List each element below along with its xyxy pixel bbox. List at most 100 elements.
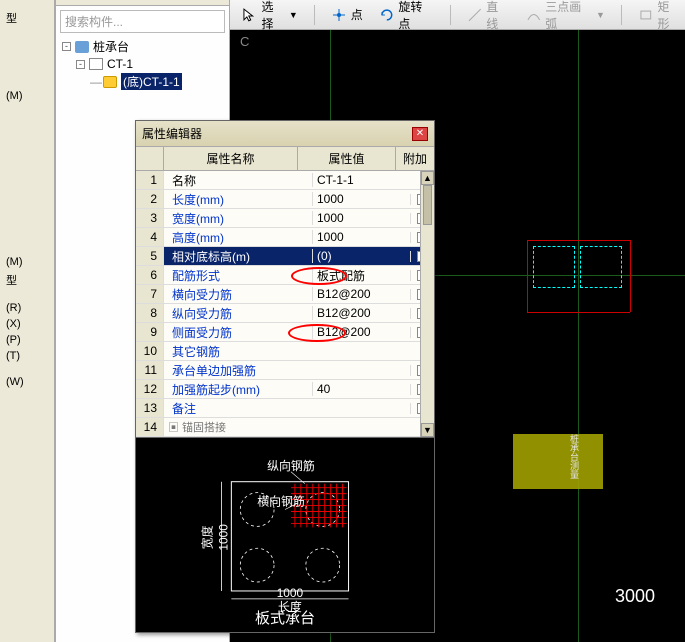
- property-row[interactable]: 14▣ 锚固搭接: [136, 418, 434, 437]
- row-number: 14: [136, 418, 164, 436]
- row-number: 10: [136, 342, 164, 360]
- close-button[interactable]: ✕: [412, 127, 428, 141]
- header-value: 属性值: [298, 147, 396, 170]
- property-name: 侧面受力筋: [164, 324, 312, 341]
- rotate-point-tool[interactable]: 旋转点: [375, 0, 438, 34]
- property-row[interactable]: 6配筋形式板式配筋: [136, 266, 434, 285]
- gutter-item: 型: [0, 270, 54, 290]
- line-tool: 直线: [463, 0, 514, 34]
- draw-toolbar: 选择 ▼ 点 旋转点 直线 三点画弧 ▼ 矩形: [230, 0, 685, 30]
- property-value[interactable]: B12@200: [312, 306, 410, 320]
- window-title: 属性编辑器: [142, 125, 202, 142]
- row-number: 4: [136, 228, 164, 246]
- property-name: 加强筋起步(mm): [164, 381, 312, 398]
- property-name: 纵向受力筋: [164, 305, 312, 322]
- property-row[interactable]: 11承台单边加强筋: [136, 361, 434, 380]
- property-value[interactable]: 40: [312, 382, 410, 396]
- property-row[interactable]: 10其它钢筋: [136, 342, 434, 361]
- property-name: 宽度(mm): [164, 210, 312, 227]
- select-tool[interactable]: 选择 ▼: [238, 0, 302, 34]
- property-value[interactable]: (0): [312, 249, 410, 263]
- property-value[interactable]: B12@200: [312, 325, 410, 339]
- property-value[interactable]: CT-1-1: [312, 173, 410, 187]
- tree-root-label[interactable]: 桩承台: [93, 38, 129, 55]
- diag-vert-label: 纵向钢筋: [267, 459, 315, 473]
- property-name: 长度(mm): [164, 191, 312, 208]
- gutter-item: (X): [0, 316, 54, 332]
- component-tree[interactable]: - 桩承台 - CT-1 — (底)CT-1-1: [56, 37, 229, 91]
- axis-marker: C: [240, 34, 249, 49]
- row-number: 5: [136, 247, 164, 265]
- expand-icon[interactable]: -: [62, 42, 71, 51]
- property-row[interactable]: 5相对底标高(m)(0): [136, 247, 434, 266]
- row-number: 7: [136, 285, 164, 303]
- property-editor-window: 属性编辑器 ✕ 属性名称 属性值 附加 1名称CT-1-12长度(mm)1000…: [135, 120, 435, 633]
- cursor-icon: [242, 7, 258, 23]
- property-name: 承台单边加强筋: [164, 362, 312, 379]
- gutter-item: (R): [0, 300, 54, 316]
- row-number: 9: [136, 323, 164, 341]
- property-row[interactable]: 13备注: [136, 399, 434, 418]
- property-row[interactable]: 9侧面受力筋B12@200: [136, 323, 434, 342]
- property-name: ▣ 锚固搭接: [164, 419, 312, 435]
- property-name: 其它钢筋: [164, 343, 312, 360]
- property-row[interactable]: 3宽度(mm)1000: [136, 209, 434, 228]
- point-tool[interactable]: 点: [327, 4, 367, 25]
- point-icon: [331, 7, 347, 23]
- property-name: 横向受力筋: [164, 286, 312, 303]
- tree-item-label[interactable]: CT-1: [107, 57, 133, 71]
- property-row[interactable]: 1名称CT-1-1: [136, 171, 434, 190]
- gutter-item: (W): [0, 374, 54, 390]
- row-number: 1: [136, 171, 164, 189]
- property-value[interactable]: 1000: [312, 211, 410, 225]
- rect-tool: 矩形: [634, 0, 685, 34]
- row-number: 6: [136, 266, 164, 284]
- gutter-item: (M): [0, 254, 54, 270]
- property-name: 名称: [164, 172, 312, 189]
- left-gutter: 型 (M) (M) 型 (R) (X) (P) (T) (W): [0, 0, 55, 642]
- scroll-down-button[interactable]: ▼: [421, 423, 434, 437]
- property-name: 相对底标高(m): [164, 248, 312, 265]
- scrollbar[interactable]: ▲ ▼: [420, 171, 434, 437]
- search-input[interactable]: 搜索构件...: [60, 10, 225, 33]
- line-icon: [467, 7, 483, 23]
- diag-width-dim: 1000: [216, 524, 230, 551]
- dimension-label: 3000: [615, 586, 655, 607]
- property-header: 属性名称 属性值 附加: [136, 147, 434, 171]
- property-name: 高度(mm): [164, 229, 312, 246]
- selection-block: 桩承台测量: [568, 434, 603, 489]
- property-value[interactable]: 板式配筋: [312, 267, 410, 284]
- diagram-preview: 纵向钢筋 横向钢筋 宽度 1000 1000 长度 板式承台: [136, 437, 434, 632]
- arc-tool: 三点画弧 ▼: [522, 0, 609, 34]
- row-number: 13: [136, 399, 164, 417]
- diag-len-dim: 1000: [277, 586, 304, 600]
- selection-block: [513, 434, 568, 489]
- property-row[interactable]: 4高度(mm)1000: [136, 228, 434, 247]
- row-number: 8: [136, 304, 164, 322]
- property-row[interactable]: 8纵向受力筋B12@200: [136, 304, 434, 323]
- scroll-thumb[interactable]: [423, 185, 432, 225]
- row-number: 12: [136, 380, 164, 398]
- property-row[interactable]: 12加强筋起步(mm)40: [136, 380, 434, 399]
- header-add: 附加: [396, 147, 434, 170]
- arc-icon: [526, 7, 542, 23]
- pile-icon: [75, 41, 89, 53]
- scroll-up-button[interactable]: ▲: [421, 171, 434, 185]
- expand-icon[interactable]: -: [76, 60, 85, 69]
- property-value[interactable]: 1000: [312, 230, 410, 244]
- window-titlebar[interactable]: 属性编辑器 ✕: [136, 121, 434, 147]
- item-icon: [89, 58, 103, 70]
- diag-horz-label: 横向钢筋: [257, 495, 305, 509]
- gutter-item: (T): [0, 348, 54, 364]
- property-row[interactable]: 7横向受力筋B12@200: [136, 285, 434, 304]
- gutter-item: (M): [0, 88, 54, 104]
- diag-width-label: 宽度: [200, 525, 214, 549]
- tree-item-selected[interactable]: (底)CT-1-1: [121, 73, 182, 90]
- property-grid[interactable]: 1名称CT-1-12长度(mm)10003宽度(mm)10004高度(mm)10…: [136, 171, 434, 437]
- property-value[interactable]: B12@200: [312, 287, 410, 301]
- property-value[interactable]: 1000: [312, 192, 410, 206]
- row-number: 11: [136, 361, 164, 379]
- row-number: 3: [136, 209, 164, 227]
- property-row[interactable]: 2长度(mm)1000: [136, 190, 434, 209]
- rotate-icon: [379, 7, 395, 23]
